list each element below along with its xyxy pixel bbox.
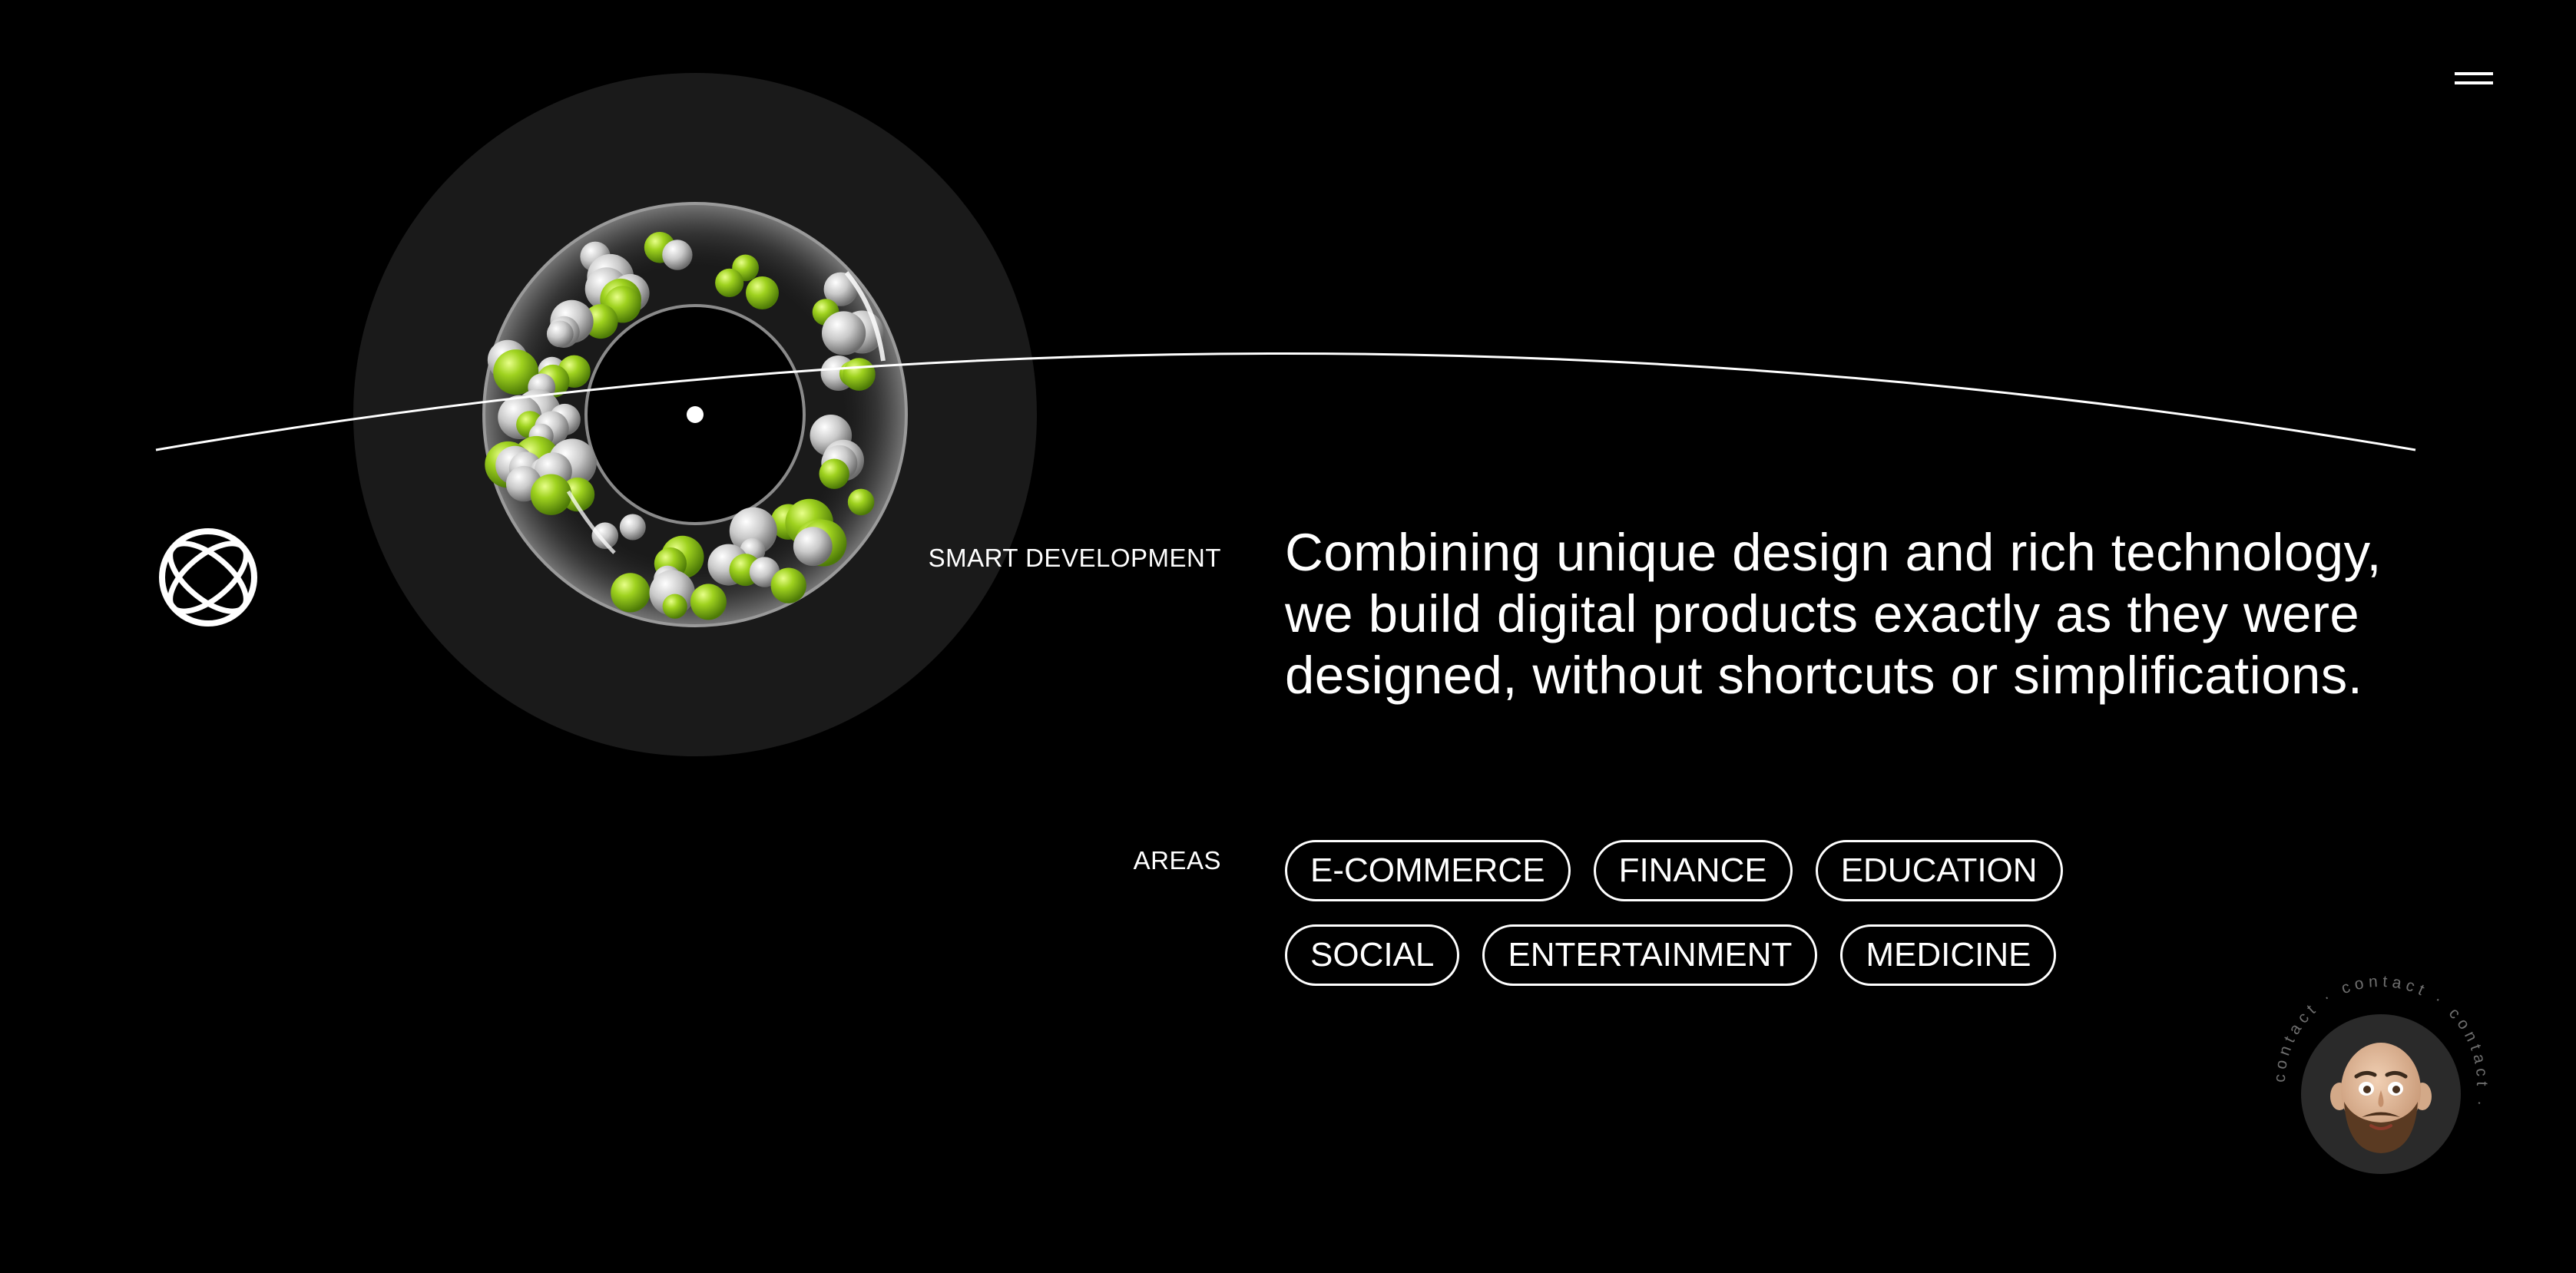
hamburger-menu-icon[interactable] [2450,66,2496,92]
white-sphere [546,320,574,348]
headline-line: we build digital products exactly as the… [1285,584,2360,643]
center-dot [687,406,704,423]
pill-row: E-COMMERCE FINANCE EDUCATION [1285,840,2130,901]
page: SMART DEVELOPMENT Combining unique desig… [0,0,2576,1273]
green-sphere [662,594,687,619]
white-sphere [793,527,833,567]
pill-finance[interactable]: FINANCE [1593,840,1793,901]
menu-line-top [2455,72,2493,75]
green-sphere [530,474,572,515]
green-sphere [770,567,806,603]
pill-social[interactable]: SOCIAL [1285,924,1460,986]
white-sphere [822,311,866,355]
pill-row: SOCIAL ENTERTAINMENT MEDICINE [1285,924,2130,986]
green-sphere [847,488,875,516]
headline: Combining unique design and rich technol… [1285,522,2468,706]
white-sphere [662,240,693,270]
green-sphere [715,268,744,297]
green-sphere [819,458,849,489]
contact-button[interactable]: contact · contact · contact · [2273,975,2488,1190]
pill-education[interactable]: EDUCATION [1815,840,2063,901]
green-sphere [746,276,779,309]
section-label-areas: AREAS [1133,846,1221,875]
pill-e-commerce[interactable]: E-COMMERCE [1285,840,1571,901]
green-sphere [611,573,651,613]
section-label-smart-development: SMART DEVELOPMENT [928,544,1221,572]
green-sphere [843,358,876,391]
globe-crossed-logo[interactable] [157,526,260,629]
menu-line-bottom [2455,81,2493,84]
pill-entertainment[interactable]: ENTERTAINMENT [1482,924,1818,986]
white-sphere [619,514,646,541]
headline-line: designed, without shortcuts or simplific… [1285,646,2363,705]
headline-line: Combining unique design and rich technol… [1285,523,2382,582]
area-pills: E-COMMERCE FINANCE EDUCATION SOCIAL ENTE… [1285,840,2130,1009]
pill-medicine[interactable]: MEDICINE [1840,924,2057,986]
green-sphere [690,584,727,620]
